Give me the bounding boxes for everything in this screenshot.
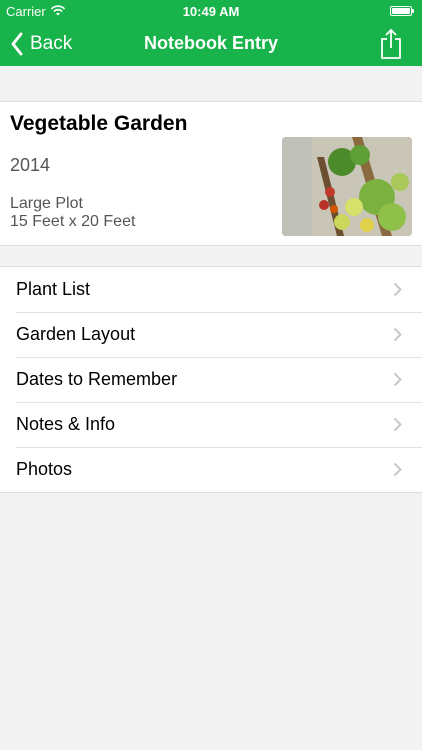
chevron-right-icon [393, 372, 402, 387]
status-bar: Carrier 10:49 AM [0, 0, 422, 22]
share-icon[interactable] [378, 28, 404, 60]
chevron-right-icon [393, 417, 402, 432]
chevron-right-icon [393, 282, 402, 297]
menu-item-label: Dates to Remember [16, 369, 178, 389]
chevron-right-icon [393, 462, 402, 477]
chevron-right-icon [393, 327, 402, 342]
menu-item-notes-info[interactable]: Notes & Info [0, 402, 422, 447]
menu-item-plant-list[interactable]: Plant List [0, 267, 422, 312]
entry-menu-list: Plant List Garden Layout Dates to Rememb… [0, 266, 422, 493]
menu-item-label: Notes & Info [16, 414, 116, 434]
menu-item-garden-layout[interactable]: Garden Layout [0, 312, 422, 357]
menu-item-label: Plant List [16, 279, 91, 299]
notebook-entry-card: Vegetable Garden 2014 Large Plot 15 Feet… [0, 101, 422, 246]
status-time: 10:49 AM [182, 4, 240, 19]
battery-icon [390, 6, 414, 16]
entry-dimensions: 15 Feet x 20 Feet [10, 213, 136, 230]
top-bar: Carrier 10:49 AM Back Notebook Entry [0, 0, 422, 66]
page-title: Notebook Entry [143, 33, 278, 53]
entry-plot-type: Large Plot [10, 195, 83, 212]
garden-photo-image [282, 137, 412, 236]
navigation-bar: Back Notebook Entry [0, 22, 422, 66]
entry-photo[interactable] [282, 137, 412, 236]
entry-year: 2014 [10, 155, 51, 175]
menu-item-dates-to-remember[interactable]: Dates to Remember [0, 357, 422, 402]
menu-item-label: Photos [16, 459, 73, 479]
menu-item-photos[interactable]: Photos [0, 447, 422, 492]
entry-title: Vegetable Garden [10, 112, 188, 135]
menu-item-label: Garden Layout [16, 324, 136, 344]
